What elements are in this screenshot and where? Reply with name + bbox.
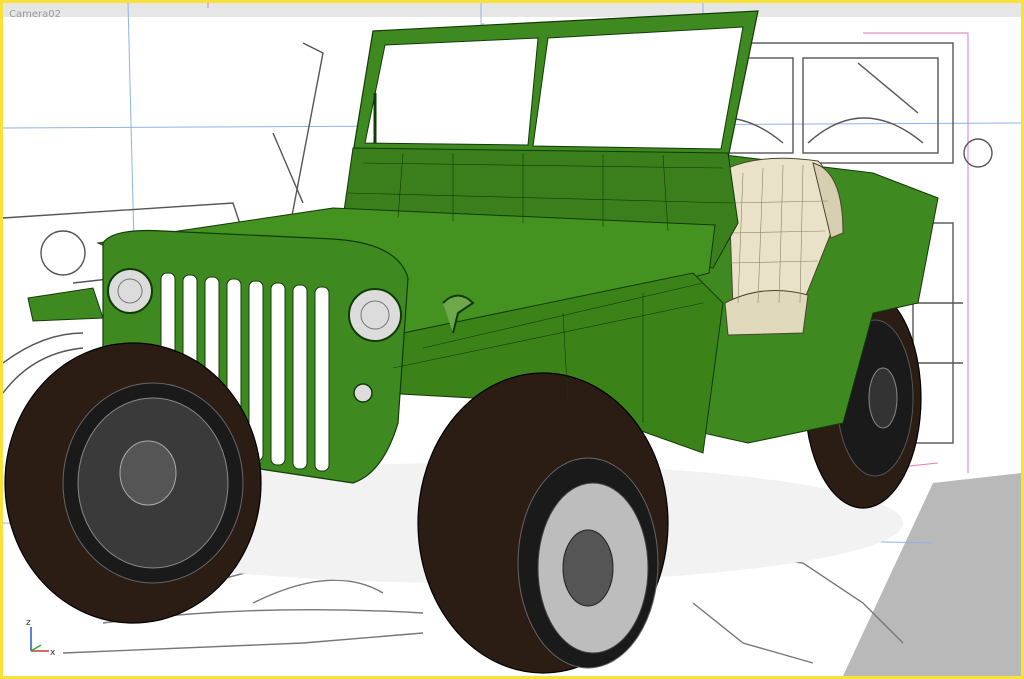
- front-left-wheel[interactable]: [4, 342, 262, 624]
- axis-tripod-icon: z x: [26, 618, 56, 658]
- windshield[interactable]: [352, 10, 759, 159]
- camera-label: Camera02: [9, 9, 61, 20]
- headlight-left-icon: [107, 268, 153, 314]
- axis-x-label: x: [50, 648, 56, 658]
- axis-z-label: z: [26, 618, 31, 628]
- front-right-wheel[interactable]: [417, 372, 669, 674]
- ceiling-strip: [3, 3, 1021, 17]
- marker-light-icon: [353, 383, 373, 403]
- camera-viewport[interactable]: Camera02 z x: [0, 0, 1024, 679]
- scene-canvas[interactable]: [3, 3, 1021, 676]
- headlight-right-icon: [348, 288, 402, 342]
